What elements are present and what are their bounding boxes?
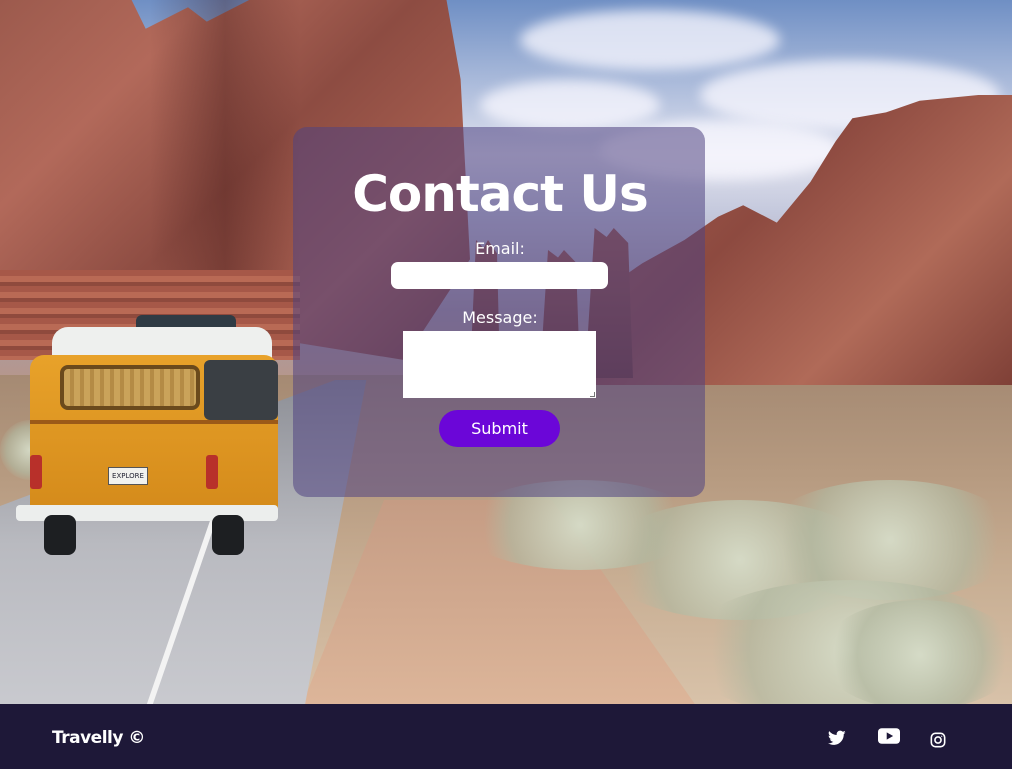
instagram-icon[interactable] — [930, 732, 948, 750]
submit-button[interactable]: Submit — [439, 410, 560, 447]
footer: Travelly © — [0, 704, 1012, 769]
message-label: Message: — [462, 308, 538, 327]
brand-name: Travelly © — [52, 728, 145, 748]
email-label: Email: — [475, 239, 525, 258]
message-field[interactable] — [403, 331, 596, 398]
youtube-icon[interactable] — [878, 728, 900, 750]
email-field[interactable] — [391, 262, 608, 289]
license-plate: EXPLORE — [108, 467, 148, 485]
van-image: EXPLORE — [16, 315, 278, 555]
resize-handle-icon[interactable] — [590, 392, 595, 397]
page-title: Contact Us — [352, 165, 649, 223]
twitter-icon[interactable] — [827, 730, 850, 752]
